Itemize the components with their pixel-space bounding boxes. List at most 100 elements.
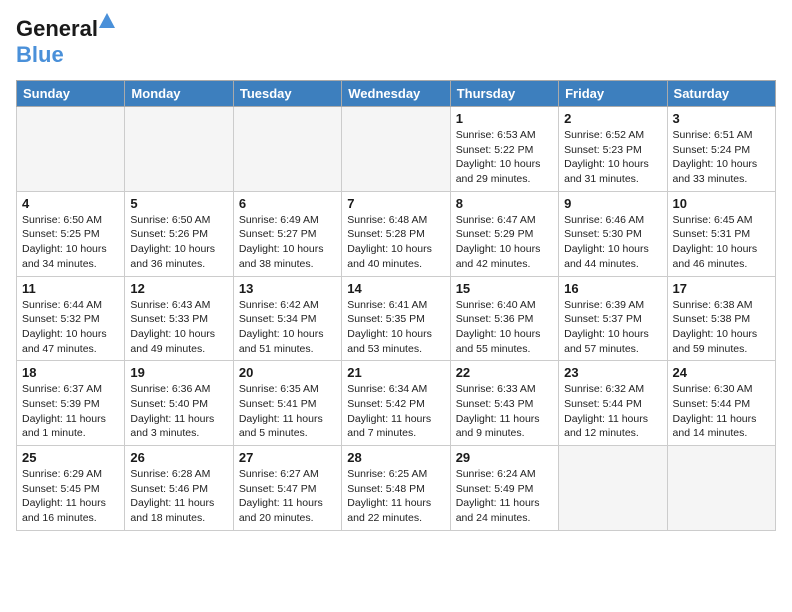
calendar-cell: 24 Sunrise: 6:30 AM Sunset: 5:44 PM Dayli… bbox=[667, 361, 775, 446]
day-info: Sunrise: 6:43 AM Sunset: 5:33 PM Dayligh… bbox=[130, 298, 227, 357]
calendar-header-wednesday: Wednesday bbox=[342, 81, 450, 107]
calendar-cell: 10 Sunrise: 6:45 AM Sunset: 5:31 PM Dayli… bbox=[667, 191, 775, 276]
calendar-cell: 27Sunrise: 6:27 AM Sunset: 5:47 PM Dayli… bbox=[233, 446, 341, 531]
calendar-week-1: 4 Sunrise: 6:50 AM Sunset: 5:25 PM Daylig… bbox=[17, 191, 776, 276]
page: General Blue SundayMondayTuesdayWednesda… bbox=[0, 0, 792, 612]
calendar-cell: 1 Sunrise: 6:53 AM Sunset: 5:22 PM Daylig… bbox=[450, 107, 558, 192]
calendar-cell bbox=[667, 446, 775, 531]
calendar-header-thursday: Thursday bbox=[450, 81, 558, 107]
day-number: 8 bbox=[456, 196, 553, 211]
calendar-cell: 2 Sunrise: 6:52 AM Sunset: 5:23 PM Daylig… bbox=[559, 107, 667, 192]
day-number: 21 bbox=[347, 365, 444, 380]
day-info: Sunrise: 6:48 AM Sunset: 5:28 PM Dayligh… bbox=[347, 213, 444, 272]
calendar-week-0: 1 Sunrise: 6:53 AM Sunset: 5:22 PM Daylig… bbox=[17, 107, 776, 192]
calendar-cell: 29 Sunrise: 6:24 AM Sunset: 5:49 PM Dayli… bbox=[450, 446, 558, 531]
calendar-cell: 25 Sunrise: 6:29 AM Sunset: 5:45 PM Dayli… bbox=[17, 446, 125, 531]
calendar-cell: 19 Sunrise: 6:36 AM Sunset: 5:40 PM Dayli… bbox=[125, 361, 233, 446]
day-number: 22 bbox=[456, 365, 553, 380]
day-number: 20 bbox=[239, 365, 336, 380]
calendar-cell: 4 Sunrise: 6:50 AM Sunset: 5:25 PM Daylig… bbox=[17, 191, 125, 276]
day-info: Sunrise: 6:33 AM Sunset: 5:43 PM Dayligh… bbox=[456, 382, 553, 441]
calendar-week-3: 18 Sunrise: 6:37 AM Sunset: 5:39 PM Dayli… bbox=[17, 361, 776, 446]
day-info: Sunrise: 6:45 AM Sunset: 5:31 PM Dayligh… bbox=[673, 213, 770, 272]
calendar-cell: 20 Sunrise: 6:35 AM Sunset: 5:41 PM Dayli… bbox=[233, 361, 341, 446]
calendar-cell: 5 Sunrise: 6:50 AM Sunset: 5:26 PM Daylig… bbox=[125, 191, 233, 276]
calendar-cell: 28 Sunrise: 6:25 AM Sunset: 5:48 PM Dayli… bbox=[342, 446, 450, 531]
calendar-cell bbox=[125, 107, 233, 192]
day-number: 25 bbox=[22, 450, 119, 465]
logo-icon bbox=[98, 12, 116, 30]
calendar-header-friday: Friday bbox=[559, 81, 667, 107]
day-info: Sunrise: 6:49 AM Sunset: 5:27 PM Dayligh… bbox=[239, 213, 336, 272]
day-info: Sunrise: 6:46 AM Sunset: 5:30 PM Dayligh… bbox=[564, 213, 661, 272]
day-number: 24 bbox=[673, 365, 770, 380]
day-number: 10 bbox=[673, 196, 770, 211]
day-info: Sunrise: 6:34 AM Sunset: 5:42 PM Dayligh… bbox=[347, 382, 444, 441]
day-info: Sunrise: 6:37 AM Sunset: 5:39 PM Dayligh… bbox=[22, 382, 119, 441]
day-number: 14 bbox=[347, 281, 444, 296]
calendar-cell bbox=[233, 107, 341, 192]
calendar-cell: 18 Sunrise: 6:37 AM Sunset: 5:39 PM Dayli… bbox=[17, 361, 125, 446]
day-info: Sunrise: 6:42 AM Sunset: 5:34 PM Dayligh… bbox=[239, 298, 336, 357]
calendar-header-sunday: Sunday bbox=[17, 81, 125, 107]
day-info: Sunrise: 6:32 AM Sunset: 5:44 PM Dayligh… bbox=[564, 382, 661, 441]
day-info: Sunrise: 6:35 AM Sunset: 5:41 PM Dayligh… bbox=[239, 382, 336, 441]
day-number: 5 bbox=[130, 196, 227, 211]
day-number: 12 bbox=[130, 281, 227, 296]
day-info: Sunrise: 6:40 AM Sunset: 5:36 PM Dayligh… bbox=[456, 298, 553, 357]
calendar-cell: 21 Sunrise: 6:34 AM Sunset: 5:42 PM Dayli… bbox=[342, 361, 450, 446]
calendar-header-saturday: Saturday bbox=[667, 81, 775, 107]
calendar-cell: 13 Sunrise: 6:42 AM Sunset: 5:34 PM Dayli… bbox=[233, 276, 341, 361]
day-info: Sunrise: 6:53 AM Sunset: 5:22 PM Dayligh… bbox=[456, 128, 553, 187]
calendar-cell: 12 Sunrise: 6:43 AM Sunset: 5:33 PM Dayli… bbox=[125, 276, 233, 361]
day-number: 11 bbox=[22, 281, 119, 296]
day-number: 3 bbox=[673, 111, 770, 126]
calendar-cell: 16 Sunrise: 6:39 AM Sunset: 5:37 PM Dayli… bbox=[559, 276, 667, 361]
calendar-cell: 3 Sunrise: 6:51 AM Sunset: 5:24 PM Daylig… bbox=[667, 107, 775, 192]
calendar-cell: 26 Sunrise: 6:28 AM Sunset: 5:46 PM Dayli… bbox=[125, 446, 233, 531]
logo-blue: Blue bbox=[16, 42, 64, 68]
calendar-cell: 9 Sunrise: 6:46 AM Sunset: 5:30 PM Daylig… bbox=[559, 191, 667, 276]
day-info: Sunrise: 6:39 AM Sunset: 5:37 PM Dayligh… bbox=[564, 298, 661, 357]
day-number: 26 bbox=[130, 450, 227, 465]
calendar-cell bbox=[17, 107, 125, 192]
day-info: Sunrise: 6:24 AM Sunset: 5:49 PM Dayligh… bbox=[456, 467, 553, 526]
day-number: 4 bbox=[22, 196, 119, 211]
calendar-cell: 7 Sunrise: 6:48 AM Sunset: 5:28 PM Daylig… bbox=[342, 191, 450, 276]
day-info: Sunrise: 6:50 AM Sunset: 5:26 PM Dayligh… bbox=[130, 213, 227, 272]
calendar-cell bbox=[342, 107, 450, 192]
day-info: Sunrise: 6:50 AM Sunset: 5:25 PM Dayligh… bbox=[22, 213, 119, 272]
day-number: 23 bbox=[564, 365, 661, 380]
day-number: 16 bbox=[564, 281, 661, 296]
day-number: 28 bbox=[347, 450, 444, 465]
day-number: 7 bbox=[347, 196, 444, 211]
day-number: 6 bbox=[239, 196, 336, 211]
day-number: 2 bbox=[564, 111, 661, 126]
header: General Blue bbox=[16, 16, 776, 68]
calendar-cell: 17Sunrise: 6:38 AM Sunset: 5:38 PM Dayli… bbox=[667, 276, 775, 361]
day-info: Sunrise: 6:47 AM Sunset: 5:29 PM Dayligh… bbox=[456, 213, 553, 272]
calendar-cell bbox=[559, 446, 667, 531]
calendar-table: SundayMondayTuesdayWednesdayThursdayFrid… bbox=[16, 80, 776, 531]
logo: General Blue bbox=[16, 16, 98, 68]
day-number: 19 bbox=[130, 365, 227, 380]
calendar-header-monday: Monday bbox=[125, 81, 233, 107]
day-info: Sunrise: 6:51 AM Sunset: 5:24 PM Dayligh… bbox=[673, 128, 770, 187]
calendar-cell: 11 Sunrise: 6:44 AM Sunset: 5:32 PM Dayli… bbox=[17, 276, 125, 361]
day-number: 17 bbox=[673, 281, 770, 296]
day-info: Sunrise: 6:28 AM Sunset: 5:46 PM Dayligh… bbox=[130, 467, 227, 526]
day-number: 29 bbox=[456, 450, 553, 465]
calendar-header-tuesday: Tuesday bbox=[233, 81, 341, 107]
day-info: Sunrise: 6:30 AM Sunset: 5:44 PM Dayligh… bbox=[673, 382, 770, 441]
day-number: 13 bbox=[239, 281, 336, 296]
day-number: 18 bbox=[22, 365, 119, 380]
calendar-cell: 8 Sunrise: 6:47 AM Sunset: 5:29 PM Daylig… bbox=[450, 191, 558, 276]
day-number: 9 bbox=[564, 196, 661, 211]
day-info: Sunrise: 6:25 AM Sunset: 5:48 PM Dayligh… bbox=[347, 467, 444, 526]
day-info: Sunrise: 6:52 AM Sunset: 5:23 PM Dayligh… bbox=[564, 128, 661, 187]
day-number: 15 bbox=[456, 281, 553, 296]
day-number: 1 bbox=[456, 111, 553, 126]
day-info: Sunrise: 6:36 AM Sunset: 5:40 PM Dayligh… bbox=[130, 382, 227, 441]
day-info: Sunrise: 6:44 AM Sunset: 5:32 PM Dayligh… bbox=[22, 298, 119, 357]
day-info: Sunrise: 6:29 AM Sunset: 5:45 PM Dayligh… bbox=[22, 467, 119, 526]
